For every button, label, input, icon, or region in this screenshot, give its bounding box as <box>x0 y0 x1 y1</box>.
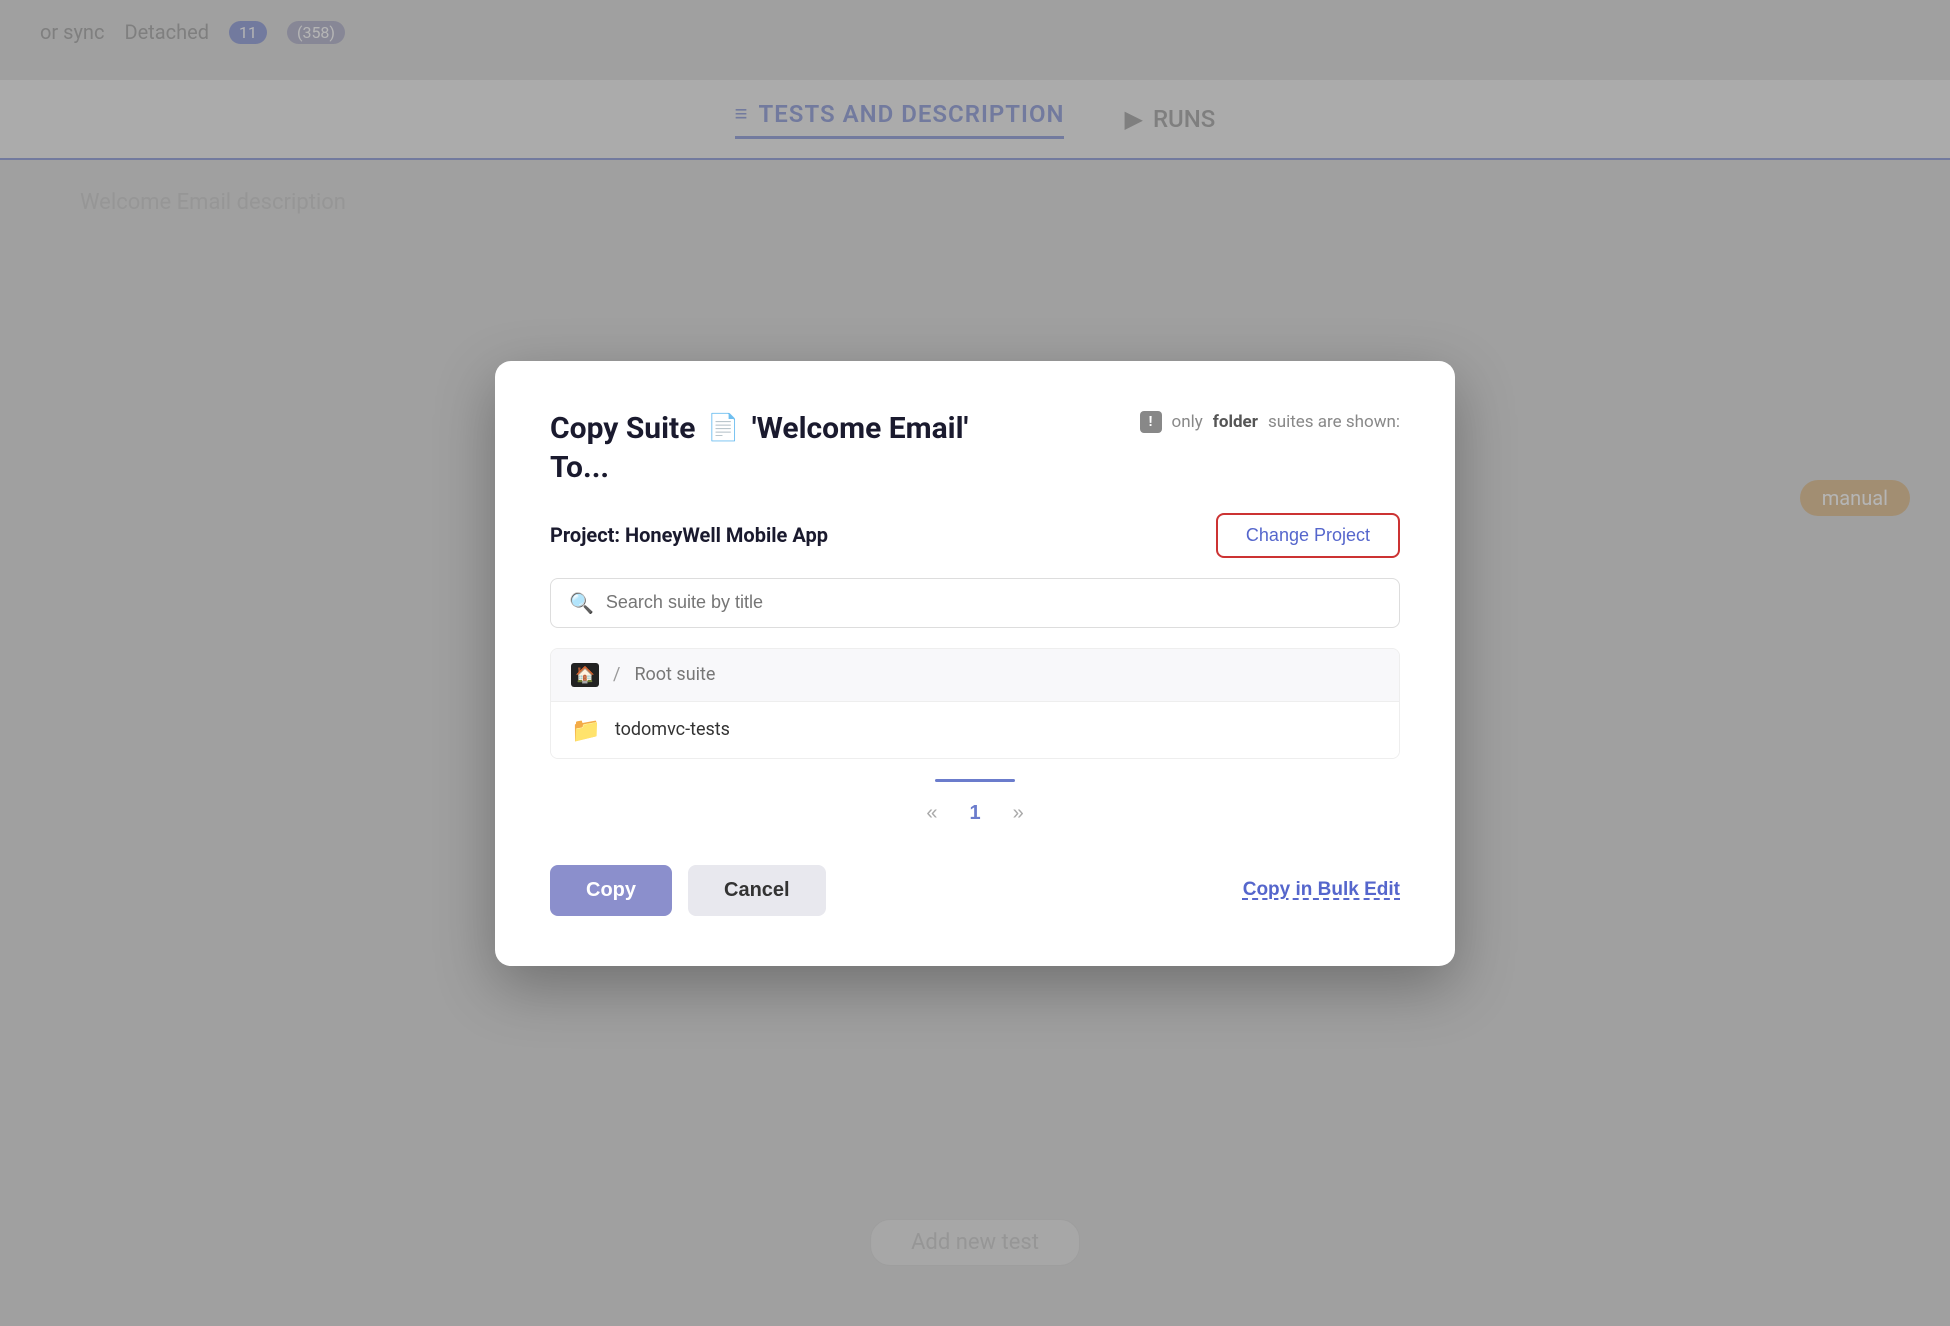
pagination-bar <box>935 779 1015 782</box>
cancel-button[interactable]: Cancel <box>688 865 826 916</box>
action-left: Copy Cancel <box>550 865 826 916</box>
copy-suite-text: Copy Suite <box>550 411 695 446</box>
info-bold: folder <box>1213 412 1258 432</box>
modal-title-line2: To... <box>550 450 1400 485</box>
info-hint: ! only folder suites are shown: <box>1140 411 1400 433</box>
pagination-prev[interactable]: « <box>918 798 945 829</box>
suite-name-text: 'Welcome Email' <box>752 411 969 446</box>
search-bar: 🔍 <box>550 578 1400 628</box>
suite-item-todomvc[interactable]: 📁 todomvc-tests <box>551 702 1399 758</box>
info-suffix: suites are shown: <box>1268 412 1400 432</box>
folder-icon: 📁 <box>571 716 601 744</box>
suite-list: 🏠 / Root suite 📁 todomvc-tests <box>550 648 1400 759</box>
modal-overlay: ! only folder suites are shown: Copy Sui… <box>0 0 1950 1326</box>
pagination-next[interactable]: » <box>1005 798 1032 829</box>
folder-home-icon: 🏠 <box>571 663 599 687</box>
copy-button[interactable]: Copy <box>550 865 672 916</box>
info-text: only <box>1172 412 1203 432</box>
suite-item-root[interactable]: 🏠 / Root suite <box>551 649 1399 702</box>
action-row: Copy Cancel Copy in Bulk Edit <box>550 865 1400 916</box>
pagination-controls: « 1 » <box>918 798 1031 829</box>
search-input[interactable] <box>606 592 1381 613</box>
pagination-current[interactable]: 1 <box>969 802 980 825</box>
todomvc-suite-label: todomvc-tests <box>615 719 730 740</box>
root-slash: / <box>613 664 620 685</box>
copy-bulk-edit-button[interactable]: Copy in Bulk Edit <box>1243 879 1400 901</box>
change-project-button[interactable]: Change Project <box>1216 513 1400 558</box>
search-icon: 🔍 <box>569 591 594 615</box>
copy-suite-modal: ! only folder suites are shown: Copy Sui… <box>495 361 1455 966</box>
project-label: Project: HoneyWell Mobile App <box>550 523 828 547</box>
root-suite-label: Root suite <box>634 664 715 685</box>
suite-file-icon: 📄 <box>707 413 739 443</box>
pagination-section: « 1 » <box>550 779 1400 829</box>
info-icon: ! <box>1140 411 1162 433</box>
project-row: Project: HoneyWell Mobile App Change Pro… <box>550 513 1400 558</box>
